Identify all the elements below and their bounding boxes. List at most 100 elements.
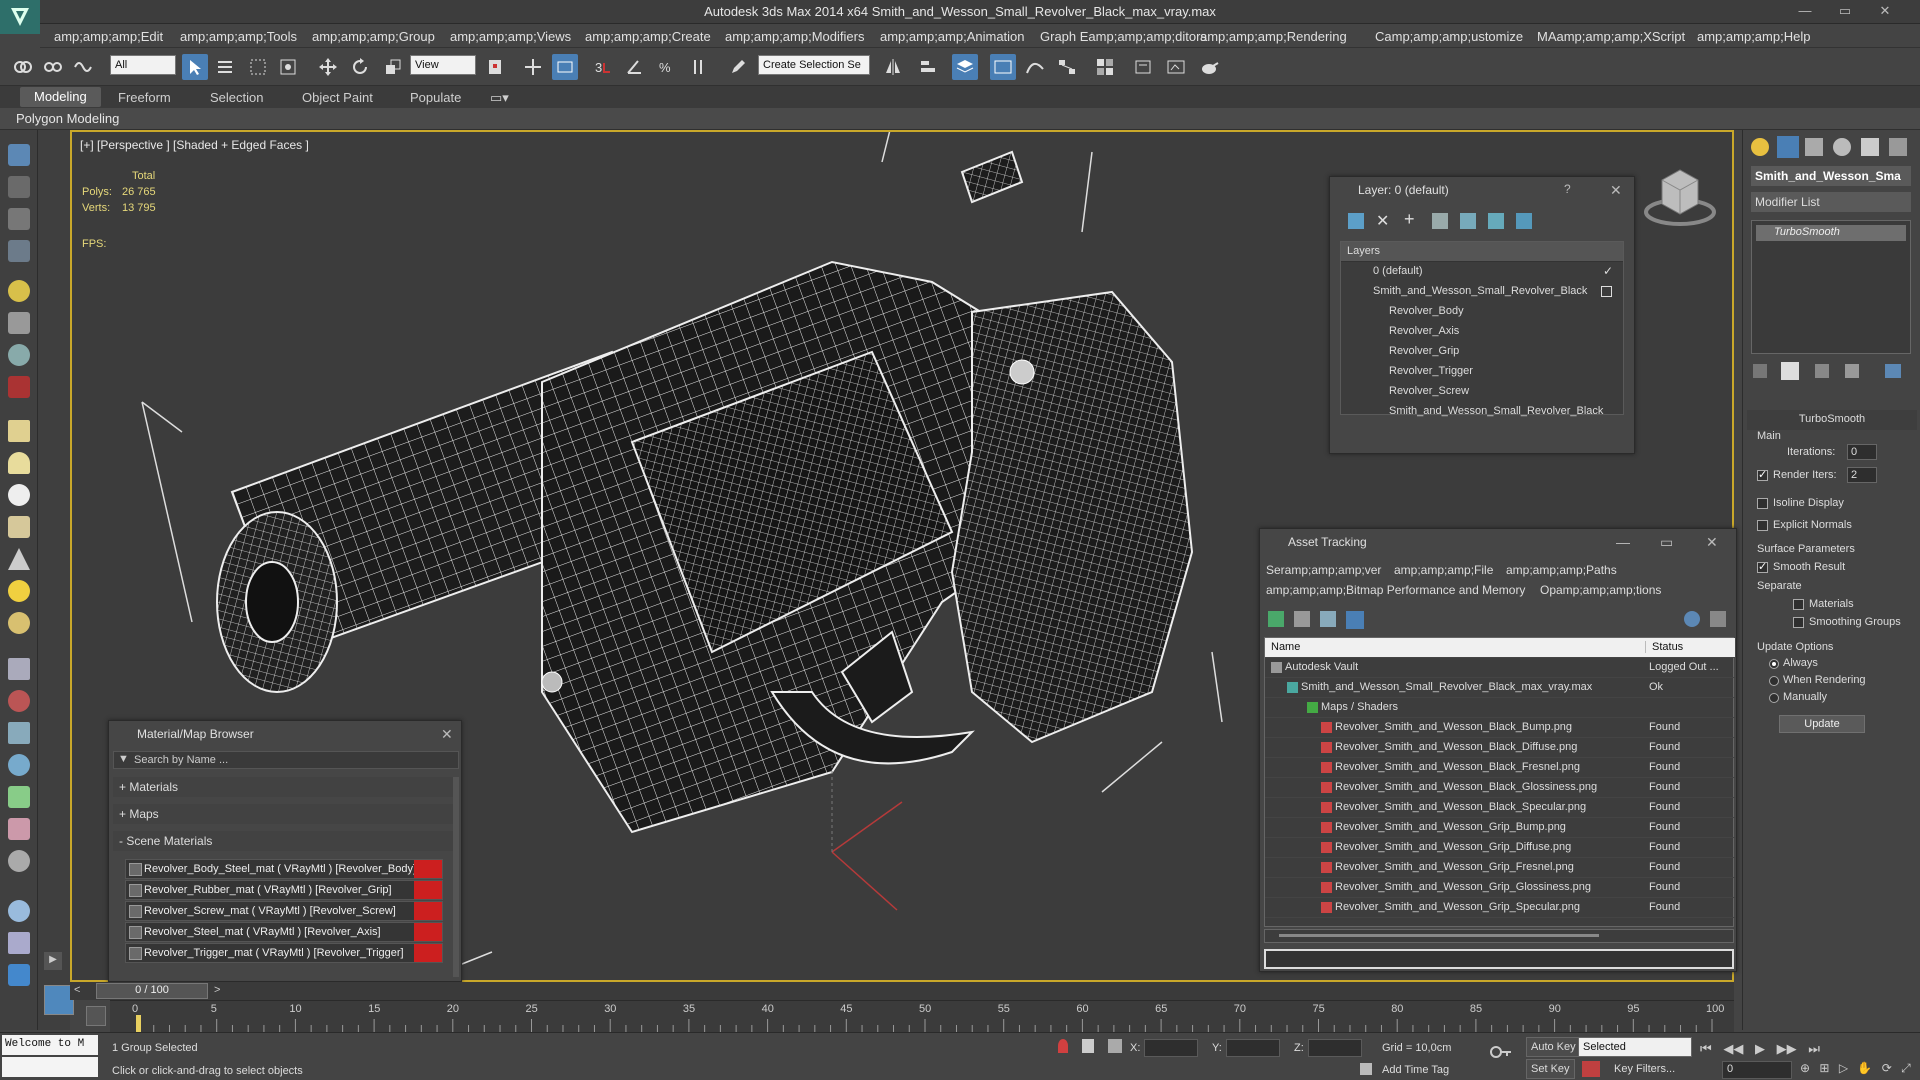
zoom-all-icon[interactable]: ⊞	[1819, 1061, 1829, 1075]
z-coord-field[interactable]	[1308, 1039, 1362, 1057]
utilities-tab-icon[interactable]	[1889, 138, 1907, 156]
tab-populate[interactable]: Populate	[410, 90, 461, 105]
separate-materials-checkbox[interactable]	[1793, 599, 1804, 610]
motion-icon[interactable]	[8, 240, 30, 262]
time-next-button[interactable]: >	[214, 984, 220, 996]
update-always-radio[interactable]	[1769, 659, 1779, 669]
time-slider[interactable]: < 0 / 100 >	[70, 982, 1734, 1000]
edit-named-selection-button[interactable]	[725, 54, 751, 80]
material-item[interactable]: Revolver_Trigger_mat ( VRayMtl ) [Revolv…	[125, 943, 443, 963]
bind-space-warp-button[interactable]	[70, 54, 96, 80]
stack-item-turbosmooth[interactable]: TurboSmooth	[1756, 225, 1906, 241]
select-and-link-button[interactable]	[10, 54, 36, 80]
set-key-icon[interactable]	[1582, 1061, 1600, 1077]
isoline-checkbox[interactable]	[1757, 498, 1768, 509]
display-tab-icon[interactable]	[1861, 138, 1879, 156]
constraint-icon[interactable]	[8, 722, 30, 744]
key-filters-button[interactable]: Key Filters...	[1614, 1063, 1675, 1075]
app-menu-button[interactable]	[0, 0, 40, 34]
update-when-rendering-radio[interactable]	[1769, 676, 1779, 686]
asset-row[interactable]: Autodesk Vault Logged Out ...	[1265, 658, 1735, 678]
create-tab-icon[interactable]	[1751, 138, 1769, 156]
smooth-result-checkbox[interactable]	[1757, 560, 1768, 573]
asset-row[interactable]: Revolver_Smith_and_Wesson_Grip_Bump.png F…	[1265, 818, 1735, 838]
current-frame-field[interactable]: 0	[1722, 1061, 1792, 1079]
explicit-normals-checkbox[interactable]	[1757, 520, 1768, 531]
rotate-button[interactable]	[347, 54, 373, 80]
material-search-input[interactable]: Search by Name ...	[134, 754, 228, 766]
tab-freeform[interactable]: Freeform	[118, 90, 171, 105]
material-item[interactable]: Revolver_Screw_mat ( VRayMtl ) [Revolver…	[125, 901, 443, 921]
layer-help-button[interactable]: ?	[1564, 182, 1571, 196]
asset-menu-options[interactable]: Opamp;amp;amp;tions	[1540, 583, 1661, 597]
iterations-spinner[interactable]: 0	[1847, 444, 1877, 460]
ribbon-options-icon[interactable]: ▭▾	[490, 90, 509, 106]
highlight-layer-icon[interactable]	[1460, 213, 1476, 229]
asset-close-button[interactable]: ✕	[1706, 534, 1718, 551]
current-layer-check-icon[interactable]: ✓	[1603, 264, 1613, 278]
key-icon[interactable]	[1490, 1041, 1512, 1063]
layer-object-trigger[interactable]: Revolver_Trigger	[1341, 362, 1623, 382]
material-item[interactable]: Revolver_Rubber_mat ( VRayMtl ) [Revolve…	[125, 880, 443, 900]
layer-revolver-root[interactable]: Smith_and_Wesson_Small_Revolver_Black	[1341, 282, 1623, 302]
polygon-modeling-label[interactable]: Polygon Modeling	[16, 111, 119, 126]
isolate-icon[interactable]	[1058, 1039, 1068, 1053]
frame-counter[interactable]: 0 / 100	[96, 983, 208, 999]
sound-icon[interactable]	[8, 344, 30, 366]
select-object-button[interactable]	[182, 54, 208, 80]
asset-row[interactable]: Revolver_Smith_and_Wesson_Grip_Glossines…	[1265, 878, 1735, 898]
set-key-button[interactable]: Set Key	[1526, 1059, 1575, 1079]
menu-customize[interactable]: Camp;amp;amp;ustomize	[1375, 29, 1523, 44]
go-to-start-icon[interactable]: ⏮	[1700, 1041, 1712, 1056]
key-mode-dropdown[interactable]: Selected	[1578, 1037, 1692, 1057]
remove-modifier-icon[interactable]	[1845, 364, 1859, 378]
layer-manager-button[interactable]	[952, 54, 978, 80]
camera-icon[interactable]	[8, 312, 30, 334]
view-cube-icon[interactable]	[1642, 160, 1722, 230]
menu-help[interactable]: amp;amp;amp;Help	[1697, 29, 1810, 44]
menu-rendering[interactable]: amp;amp;amp;Rendering	[1200, 29, 1347, 44]
asset-row[interactable]: Revolver_Smith_and_Wesson_Black_Fresnel.…	[1265, 758, 1735, 778]
previous-frame-icon[interactable]: ◀◀	[1723, 1041, 1743, 1056]
separate-smoothing-checkbox[interactable]	[1793, 617, 1804, 628]
hair-icon[interactable]	[8, 818, 30, 840]
box-icon[interactable]	[8, 420, 30, 442]
update-button[interactable]: Update	[1779, 715, 1865, 733]
material-editor-button[interactable]	[1092, 54, 1118, 80]
asset-scrollbar[interactable]	[1264, 929, 1734, 943]
layer-close-button[interactable]: ✕	[1610, 182, 1622, 199]
mirror-button[interactable]	[880, 54, 906, 80]
render-iters-spinner[interactable]: 2	[1847, 467, 1877, 483]
rendered-frame-window-button[interactable]	[1163, 54, 1189, 80]
layer-current-checkbox[interactable]	[1601, 286, 1612, 297]
search-options-icon[interactable]: ▼	[118, 753, 129, 765]
asset-row[interactable]: Revolver_Smith_and_Wesson_Black_Bump.png…	[1265, 718, 1735, 738]
new-layer-icon[interactable]	[1348, 213, 1364, 229]
rect-selection-button[interactable]	[245, 54, 271, 80]
particles-icon[interactable]	[8, 658, 30, 680]
column-status[interactable]: Status	[1645, 641, 1683, 653]
time-tag-icon[interactable]	[1360, 1063, 1372, 1075]
menu-create[interactable]: amp;amp;amp;Create	[585, 29, 711, 44]
delete-layer-icon[interactable]: ✕	[1376, 211, 1389, 231]
render-icon[interactable]	[8, 964, 30, 986]
tab-object-paint[interactable]: Object Paint	[302, 90, 373, 105]
play-icon[interactable]: ▶	[1755, 1041, 1765, 1056]
add-time-tag[interactable]: Add Time Tag	[1382, 1064, 1449, 1076]
settings-icon[interactable]	[1710, 611, 1726, 627]
spinner-snap-button[interactable]	[686, 54, 712, 80]
timeline-ruler[interactable]: 0 5 10 15 20 25 30 35 40 45 50 55 60 65 70 75 80 85 90 95 10…	[110, 1000, 1734, 1033]
asset-row[interactable]: Revolver_Smith_and_Wesson_Grip_Diffuse.p…	[1265, 838, 1735, 858]
torus-icon[interactable]	[8, 612, 30, 634]
material-item[interactable]: Revolver_Steel_mat ( VRayMtl ) [Revolver…	[125, 922, 443, 942]
menu-views[interactable]: amp;amp;amp;Views	[450, 29, 571, 44]
asset-row[interactable]: Revolver_Smith_and_Wesson_Black_Glossine…	[1265, 778, 1735, 798]
layer-object-grip[interactable]: Revolver_Grip	[1341, 342, 1623, 362]
foliage-icon[interactable]	[8, 786, 30, 808]
use-pivot-button[interactable]	[482, 54, 508, 80]
asset-row[interactable]: Smith_and_Wesson_Small_Revolver_Black_ma…	[1265, 678, 1735, 698]
y-coord-field[interactable]	[1226, 1039, 1280, 1057]
modify-panel-icon[interactable]	[8, 176, 30, 198]
scale-button[interactable]	[380, 54, 406, 80]
asset-path-field[interactable]	[1264, 949, 1734, 969]
